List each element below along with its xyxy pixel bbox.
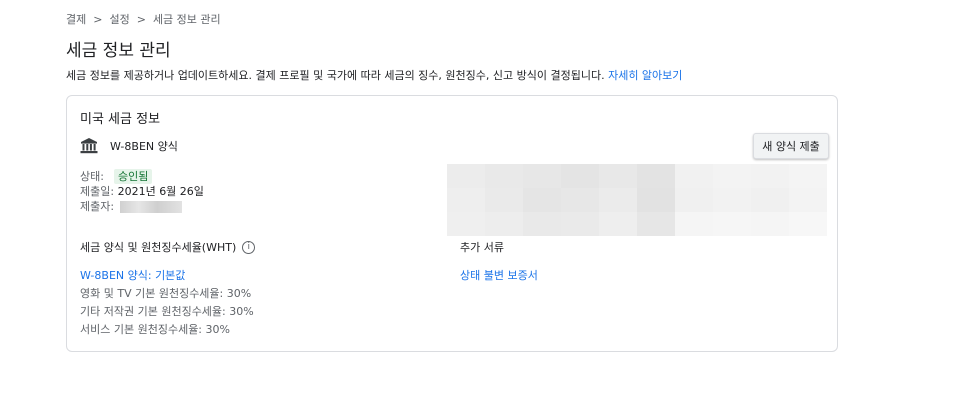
extra-docs-header: 추가 서류 — [460, 241, 504, 254]
wht-form-link[interactable]: W-8BEN 양식: 기본값 — [80, 269, 185, 282]
breadcrumb-separator: > — [93, 12, 103, 26]
wht-rate-item: 영화 및 TV 기본 원천징수세율: 30% — [80, 287, 252, 300]
intro-text: 세금 정보를 제공하거나 업데이트하세요. 결제 프로필 및 국가에 따라 세금… — [66, 67, 682, 83]
wht-rates: W-8BEN 양식: 기본값 영화 및 TV 기본 원천징수세율: 30% 기타… — [80, 267, 254, 339]
status-label: 상태: — [80, 170, 104, 183]
breadcrumb-item-billing[interactable]: 결제 — [66, 11, 86, 27]
info-icon[interactable]: i — [242, 240, 256, 254]
breadcrumb-separator: > — [136, 12, 146, 26]
breadcrumb-item-settings[interactable]: 설정 — [109, 11, 129, 27]
wht-header-label: 세금 양식 및 원천징수세율(WHT) — [80, 241, 237, 254]
submitted-date-value: 2021년 6월 26일 — [117, 185, 204, 198]
bank-icon — [80, 138, 98, 154]
form-row: W-8BEN 양식 — [80, 138, 178, 154]
submitter-label: 제출자: — [80, 200, 115, 213]
breadcrumb-item-current: 세금 정보 관리 — [152, 13, 221, 26]
page-title: 세금 정보 관리 — [66, 41, 171, 61]
status-block: 상태: 승인됨 제출일: 2021년 6월 26일 제출자: — [80, 169, 204, 214]
status-badge: 승인됨 — [113, 169, 153, 184]
breadcrumb: 결제 > 설정 > 세금 정보 관리 — [66, 11, 221, 27]
extra-docs-link[interactable]: 상태 불변 보증서 — [460, 267, 538, 283]
wht-rate-item: 서비스 기본 원천징수세율: 30% — [80, 323, 230, 336]
intro-description: 세금 정보를 제공하거나 업데이트하세요. 결제 프로필 및 국가에 따라 세금… — [66, 69, 605, 82]
redacted-area — [447, 164, 827, 236]
submitted-date-label: 제출일: — [80, 185, 115, 198]
submit-new-form-button[interactable]: 새 양식 제출 — [753, 133, 829, 159]
form-name: W-8BEN 양식 — [110, 140, 178, 153]
learn-more-link[interactable]: 자세히 알아보기 — [608, 69, 682, 82]
wht-header: 세금 양식 및 원천징수세율(WHT) i — [80, 239, 256, 255]
redacted-submitter — [119, 201, 182, 213]
wht-rate-item: 기타 저작권 기본 원천징수세율: 30% — [80, 305, 254, 318]
us-tax-info-card: 미국 세금 정보 W-8BEN 양식 새 양식 제출 상태: 승인됨 제출일: … — [66, 95, 838, 352]
card-title: 미국 세금 정보 — [80, 112, 161, 127]
